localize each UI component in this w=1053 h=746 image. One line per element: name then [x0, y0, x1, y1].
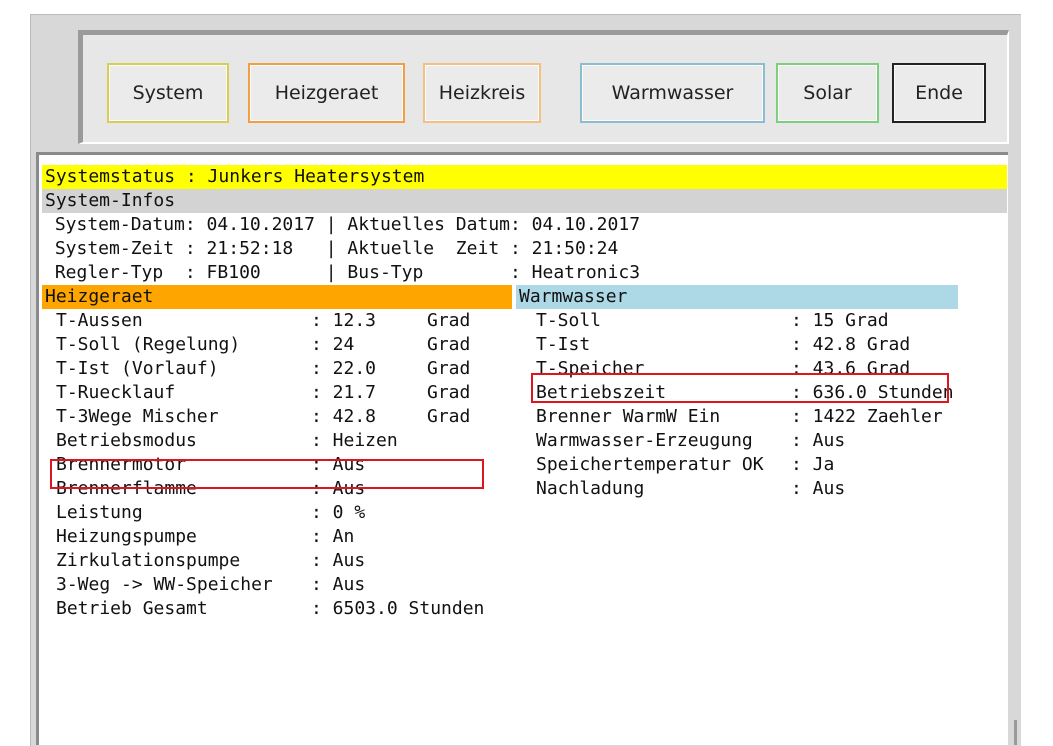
highlight-box	[531, 373, 949, 403]
ww-name: Warmwasser-Erzeugung	[536, 430, 753, 451]
ww-value: : Ja	[791, 454, 835, 475]
heizkreis-button[interactable]: Heizkreis	[423, 63, 541, 123]
hz-unit: Grad	[427, 358, 471, 379]
hz-name: T-Soll (Regelung)	[56, 334, 241, 355]
hz-name: Heizungspumpe	[56, 526, 197, 547]
ww-name: T-Ist	[536, 334, 591, 355]
hz-value: : 24	[311, 334, 355, 355]
button-bar: System Heizgeraet Heizkreis Warmwasser S…	[78, 30, 1009, 144]
warmwasser-button[interactable]: Warmwasser	[580, 63, 765, 123]
highlight-box	[50, 459, 484, 489]
hz-name: Zirkulationspumpe	[56, 550, 241, 571]
hz-unit: Grad	[427, 382, 471, 403]
heizgeraet-button[interactable]: Heizgeraet	[248, 63, 405, 123]
solar-button[interactable]: Solar	[776, 63, 879, 123]
hz-value: : 12.3	[311, 310, 377, 331]
hz-unit: Grad	[427, 310, 471, 331]
hz-value: : An	[311, 526, 355, 547]
hz-value: : Heizen	[311, 430, 398, 451]
hz-value: : 0 %	[311, 502, 366, 523]
ww-value: : 15 Grad	[791, 310, 889, 331]
ww-value: : 1422 Zaehler	[791, 406, 943, 427]
ende-button[interactable]: Ende	[892, 63, 986, 123]
hz-value: : Aus	[311, 574, 366, 595]
system-infos-header: System-Infos	[42, 189, 1007, 213]
ww-name: Brenner WarmW Ein	[536, 406, 721, 427]
hz-unit: Grad	[427, 406, 471, 427]
system-info-line: Regler-Typ : FB100 | Bus-Typ : Heatronic…	[44, 262, 641, 283]
hz-name: 3-Weg -> WW-Speicher	[56, 574, 273, 595]
ww-name: Nachladung	[536, 478, 645, 499]
system-button[interactable]: System	[107, 63, 229, 123]
warmwasser-header: Warmwasser	[516, 285, 958, 309]
ww-value: : Aus	[791, 430, 846, 451]
hz-name: T-Ist (Vorlauf)	[56, 358, 219, 379]
status-panel: Systemstatus : Junkers Heatersystem Syst…	[36, 152, 1008, 745]
hz-name: Leistung	[56, 502, 143, 523]
hz-name: Betriebsmodus	[56, 430, 197, 451]
system-info-line: System-Zeit : 21:52:18 | Aktuelle Zeit :…	[44, 238, 619, 259]
hz-name: T-Aussen	[56, 310, 143, 331]
ww-value: : 42.8 Grad	[791, 334, 911, 355]
hz-value: : Aus	[311, 550, 366, 571]
heizgeraet-header: Heizgeraet	[42, 285, 512, 309]
hz-value: : 6503.0 Stunden	[311, 598, 485, 619]
hz-name: T-3Wege Mischer	[56, 406, 219, 427]
scrollbar-edge	[1014, 720, 1017, 745]
ww-value: : Aus	[791, 478, 846, 499]
hz-unit: Grad	[427, 334, 471, 355]
status-title: Systemstatus : Junkers Heatersystem	[42, 165, 1007, 189]
hz-name: T-Ruecklauf	[56, 382, 176, 403]
hz-value: : 21.7	[311, 382, 377, 403]
system-info-line: System-Datum: 04.10.2017 | Aktuelles Dat…	[44, 214, 641, 235]
hz-value: : 42.8	[311, 406, 377, 427]
hz-name: Betrieb Gesamt	[56, 598, 208, 619]
ww-name: Speichertemperatur OK	[536, 454, 764, 475]
hz-value: : 22.0	[311, 358, 377, 379]
ww-name: T-Soll	[536, 310, 602, 331]
